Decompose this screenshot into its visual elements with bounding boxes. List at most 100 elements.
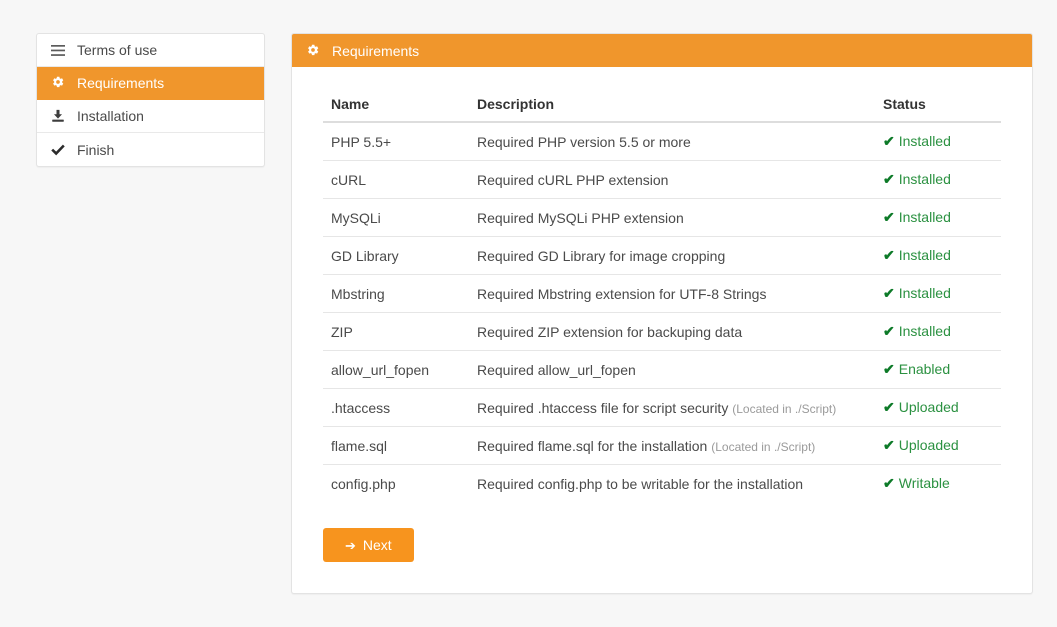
row-status: ✔Installed bbox=[875, 122, 1001, 161]
row-status: ✔Enabled bbox=[875, 351, 1001, 389]
table-row: ZIP Required ZIP extension for backuping… bbox=[323, 313, 1001, 351]
row-name: cURL bbox=[323, 161, 469, 199]
check-icon bbox=[51, 144, 69, 156]
row-description-text: Required MySQLi PHP extension bbox=[477, 210, 684, 226]
column-header-status: Status bbox=[875, 88, 1001, 122]
check-icon: ✔ bbox=[883, 285, 895, 301]
panel-body: Name Description Status PHP 5.5+ Require… bbox=[292, 67, 1032, 502]
panel-title: Requirements bbox=[332, 43, 419, 59]
requirements-table: Name Description Status PHP 5.5+ Require… bbox=[323, 88, 1001, 502]
check-icon: ✔ bbox=[883, 399, 895, 415]
row-name: config.php bbox=[323, 465, 469, 503]
row-name: GD Library bbox=[323, 237, 469, 275]
check-icon: ✔ bbox=[883, 171, 895, 187]
row-description: Required MySQLi PHP extension bbox=[469, 199, 875, 237]
column-header-name: Name bbox=[323, 88, 469, 122]
row-description: Required flame.sql for the installation … bbox=[469, 427, 875, 465]
hamburger-icon bbox=[51, 45, 69, 56]
panel-header: Requirements bbox=[292, 34, 1032, 67]
row-description: Required .htaccess file for script secur… bbox=[469, 389, 875, 427]
column-header-description: Description bbox=[469, 88, 875, 122]
panel-footer: ➔ Next bbox=[292, 502, 1032, 593]
row-status: ✔Installed bbox=[875, 313, 1001, 351]
table-row: PHP 5.5+ Required PHP version 5.5 or mor… bbox=[323, 122, 1001, 161]
status-badge: Uploaded bbox=[899, 437, 959, 453]
table-row: allow_url_fopen Required allow_url_fopen… bbox=[323, 351, 1001, 389]
row-name: MySQLi bbox=[323, 199, 469, 237]
status-badge: Uploaded bbox=[899, 399, 959, 415]
row-status: ✔Installed bbox=[875, 161, 1001, 199]
row-description-text: Required config.php to be writable for t… bbox=[477, 476, 803, 492]
gear-icon bbox=[306, 44, 324, 58]
sidebar-item-finish[interactable]: Finish bbox=[37, 133, 264, 166]
row-status: ✔Uploaded bbox=[875, 427, 1001, 465]
table-row: cURL Required cURL PHP extension ✔Instal… bbox=[323, 161, 1001, 199]
sidebar-item-installation[interactable]: Installation bbox=[37, 100, 264, 133]
status-badge: Installed bbox=[899, 171, 951, 187]
requirements-panel: Requirements Name Description Status PHP… bbox=[291, 33, 1033, 594]
table-row: GD Library Required GD Library for image… bbox=[323, 237, 1001, 275]
check-icon: ✔ bbox=[883, 247, 895, 263]
status-badge: Installed bbox=[899, 323, 951, 339]
row-description-note: (Located in ./Script) bbox=[711, 440, 815, 454]
row-name: ZIP bbox=[323, 313, 469, 351]
row-description: Required ZIP extension for backuping dat… bbox=[469, 313, 875, 351]
row-description-text: Required flame.sql for the installation bbox=[477, 438, 707, 454]
download-icon bbox=[51, 109, 69, 123]
row-status: ✔Installed bbox=[875, 275, 1001, 313]
row-description: Required allow_url_fopen bbox=[469, 351, 875, 389]
row-description: Required cURL PHP extension bbox=[469, 161, 875, 199]
status-badge: Installed bbox=[899, 247, 951, 263]
row-name: .htaccess bbox=[323, 389, 469, 427]
sidebar-item-label: Installation bbox=[77, 108, 144, 124]
row-description: Required PHP version 5.5 or more bbox=[469, 122, 875, 161]
requirements-table-body: PHP 5.5+ Required PHP version 5.5 or mor… bbox=[323, 122, 1001, 502]
status-badge: Installed bbox=[899, 285, 951, 301]
status-badge: Enabled bbox=[899, 361, 950, 377]
row-name: PHP 5.5+ bbox=[323, 122, 469, 161]
sidebar-item-label: Requirements bbox=[77, 75, 164, 91]
row-status: ✔Installed bbox=[875, 237, 1001, 275]
next-button-label: Next bbox=[363, 537, 392, 553]
row-description: Required config.php to be writable for t… bbox=[469, 465, 875, 503]
table-row: flame.sql Required flame.sql for the ins… bbox=[323, 427, 1001, 465]
table-row: .htaccess Required .htaccess file for sc… bbox=[323, 389, 1001, 427]
row-description: Required GD Library for image cropping bbox=[469, 237, 875, 275]
next-button[interactable]: ➔ Next bbox=[323, 528, 414, 562]
row-name: allow_url_fopen bbox=[323, 351, 469, 389]
row-description-note: (Located in ./Script) bbox=[732, 402, 836, 416]
row-description-text: Required Mbstring extension for UTF-8 St… bbox=[477, 286, 766, 302]
check-icon: ✔ bbox=[883, 133, 895, 149]
installer-sidebar: Terms of use Requirements Installation bbox=[36, 33, 265, 167]
installer-page: Terms of use Requirements Installation bbox=[0, 0, 1057, 627]
row-description-text: Required PHP version 5.5 or more bbox=[477, 134, 691, 150]
check-icon: ✔ bbox=[883, 209, 895, 225]
row-name: flame.sql bbox=[323, 427, 469, 465]
table-row: Mbstring Required Mbstring extension for… bbox=[323, 275, 1001, 313]
gear-icon bbox=[51, 76, 69, 90]
row-name: Mbstring bbox=[323, 275, 469, 313]
sidebar-item-label: Terms of use bbox=[77, 42, 157, 58]
row-status: ✔Uploaded bbox=[875, 389, 1001, 427]
status-badge: Installed bbox=[899, 209, 951, 225]
table-row: config.php Required config.php to be wri… bbox=[323, 465, 1001, 503]
check-icon: ✔ bbox=[883, 475, 895, 491]
row-description-text: Required allow_url_fopen bbox=[477, 362, 636, 378]
row-description-text: Required GD Library for image cropping bbox=[477, 248, 725, 264]
sidebar-item-requirements[interactable]: Requirements bbox=[37, 67, 264, 100]
row-description-text: Required ZIP extension for backuping dat… bbox=[477, 324, 742, 340]
status-badge: Writable bbox=[899, 475, 950, 491]
sidebar-item-terms-of-use[interactable]: Terms of use bbox=[37, 34, 264, 67]
check-icon: ✔ bbox=[883, 361, 895, 377]
sidebar-item-label: Finish bbox=[77, 142, 114, 158]
row-status: ✔Installed bbox=[875, 199, 1001, 237]
row-description-text: Required cURL PHP extension bbox=[477, 172, 668, 188]
row-description-text: Required .htaccess file for script secur… bbox=[477, 400, 728, 416]
table-header-row: Name Description Status bbox=[323, 88, 1001, 122]
status-badge: Installed bbox=[899, 133, 951, 149]
arrow-right-icon: ➔ bbox=[345, 539, 356, 552]
check-icon: ✔ bbox=[883, 437, 895, 453]
row-description: Required Mbstring extension for UTF-8 St… bbox=[469, 275, 875, 313]
check-icon: ✔ bbox=[883, 323, 895, 339]
table-row: MySQLi Required MySQLi PHP extension ✔In… bbox=[323, 199, 1001, 237]
